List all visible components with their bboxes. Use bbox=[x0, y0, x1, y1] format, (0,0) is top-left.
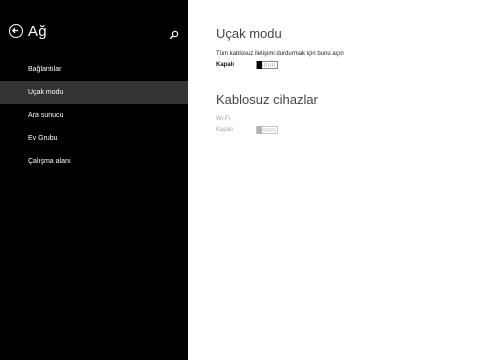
sidebar: Ağ Bağlantılar Uçak modu Ara sunucu Ev G… bbox=[0, 0, 188, 360]
wifi-label: Wi-Fi bbox=[216, 116, 230, 122]
sidebar-nav: Bağlantılar Uçak modu Ara sunucu Ev Grub… bbox=[0, 58, 188, 173]
sidebar-item-airplane-mode[interactable]: Uçak modu bbox=[0, 81, 188, 104]
content-pane: Uçak modu Tüm kablosuz iletişimi durdurm… bbox=[188, 0, 480, 360]
search-icon bbox=[169, 30, 179, 40]
wireless-devices-heading: Kablosuz cihazlar bbox=[216, 92, 318, 107]
back-arrow-icon bbox=[11, 27, 19, 34]
airplane-mode-description: Tüm kablosuz iletişimi durdurmak için bu… bbox=[216, 51, 344, 57]
wifi-toggle bbox=[256, 126, 278, 134]
wifi-state: Kapalı bbox=[216, 127, 234, 133]
airplane-mode-toggle[interactable] bbox=[256, 61, 278, 69]
sidebar-item-workplace[interactable]: Çalışma alanı bbox=[0, 150, 188, 173]
toggle-thumb bbox=[257, 126, 262, 134]
airplane-mode-state: Kapalı bbox=[216, 62, 235, 68]
back-button[interactable] bbox=[9, 24, 23, 38]
sidebar-item-proxy[interactable]: Ara sunucu bbox=[0, 104, 188, 127]
airplane-mode-heading: Uçak modu bbox=[216, 26, 282, 41]
toggle-thumb bbox=[257, 61, 262, 69]
toggle-track bbox=[262, 63, 276, 67]
sidebar-item-homegroup[interactable]: Ev Grubu bbox=[0, 127, 188, 150]
search-button[interactable] bbox=[169, 27, 179, 40]
sidebar-item-connections[interactable]: Bağlantılar bbox=[0, 58, 188, 81]
page-title: Ağ bbox=[28, 23, 47, 40]
toggle-track bbox=[262, 128, 276, 132]
